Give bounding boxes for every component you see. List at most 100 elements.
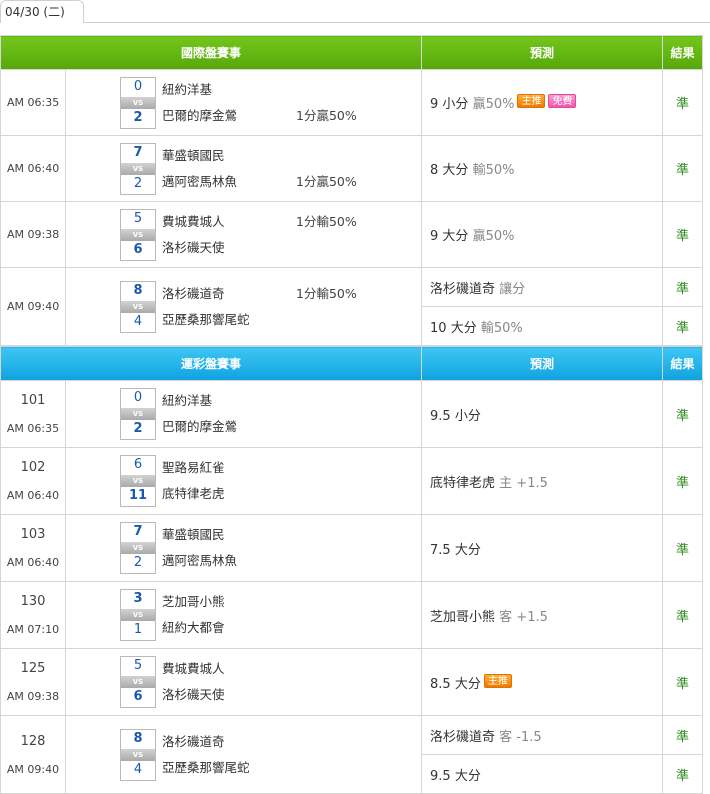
away-score: 8 [133,730,143,746]
prediction-cell: 9.5 大分 [421,754,664,794]
tab-divider [84,22,710,23]
game-time-cell: AM 06:40 [0,135,66,202]
game-row: 102 AM 06:40 6 VS 11 聖路易紅雀 底特律老虎 底特律老虎 主 +1.5 準 [0,447,704,515]
lottery-event-header: 運彩盤賽事 [0,346,423,381]
game-time: AM 07:10 [6,623,60,636]
home-team[interactable]: 邁阿密馬林魚 [162,169,292,195]
away-team[interactable]: 洛杉磯道奇 [162,729,292,755]
home-team[interactable]: 邁阿密馬林魚 [162,548,292,574]
home-team[interactable]: 巴爾的摩金鶯 [162,414,292,440]
home-team[interactable]: 巴爾的摩金鶯 [162,103,292,129]
game-row: AM 06:35 0 VS 2 紐約洋基 巴爾的摩金鶯 1分贏50% 9 小分 贏50% 主推免… [0,69,704,136]
game-time-cell: AM 06:35 [0,69,66,136]
match-cell: 8 VS 4 洛杉磯道奇 亞歷桑那響尾蛇 [66,716,421,793]
match-cell-td: 3 VS 1 芝加哥小熊 紐約大都會 [64,581,423,649]
prediction-main: 8.5 大分 [430,676,481,692]
result-cell: 準 [662,267,704,307]
lottery-result-header: 結果 [662,346,704,381]
teams: 華盛頓國民 邁阿密馬林魚 [162,143,292,195]
vs-badge: VS [121,475,155,487]
match-cell: 7 VS 2 華盛頓國民 邁阿密馬林魚 [66,515,421,581]
prediction-main: 9 小分 [430,97,469,112]
score-box: 0 VS 2 [120,388,156,440]
game-time-cell: 103 AM 06:40 [0,514,66,582]
home-score: 2 [133,175,143,191]
game-time: AM 06:35 [6,422,60,435]
game-time: AM 09:38 [6,690,60,703]
vs-badge: VS [121,162,155,175]
game-time-cell: 125 AM 09:38 [0,648,66,716]
game-number: 102 [20,460,46,475]
intl-event-header: 國際盤賽事 [0,35,423,70]
home-team[interactable]: 紐約大都會 [162,615,292,641]
prediction-main: 洛杉磯道奇 [430,281,496,297]
home-team[interactable]: 底特律老虎 [162,481,292,507]
game-time: AM 09:40 [6,762,60,776]
game-row: 128 AM 09:40 8 VS 4 洛杉磯道奇 亞歷桑那響尾蛇 洛杉磯道奇 客 -1.5 準 [0,715,704,794]
prediction-cell: 9.5 小分 [421,380,664,448]
game-row: AM 09:40 8 VS 4 洛杉磯道奇 亞歷桑那響尾蛇 1分輸50% 洛杉磯道奇 讓分準 [0,267,704,346]
handicap-result: 1分贏50% [296,173,357,189]
away-team[interactable]: 費城費城人 [162,209,292,235]
teams: 洛杉磯道奇 亞歷桑那響尾蛇 [162,729,292,781]
away-team[interactable]: 紐約洋基 [162,388,292,414]
match-cell-td: 7 VS 2 華盛頓國民 邁阿密馬林魚 1分贏50% [64,135,423,202]
away-score: 7 [133,144,143,160]
home-team[interactable]: 亞歷桑那響尾蛇 [162,755,292,781]
match-cell: 5 VS 6 費城費城人 洛杉磯天使 1分輸50% [66,202,421,267]
home-score: 2 [133,109,143,125]
teams: 華盛頓國民 邁阿密馬林魚 [162,522,292,574]
home-team[interactable]: 洛杉磯天使 [162,235,292,261]
prediction-detail: 贏50% [472,97,515,112]
away-team[interactable]: 華盛頓國民 [162,522,292,548]
home-score: 2 [133,421,143,436]
away-team[interactable]: 華盛頓國民 [162,143,292,169]
home-team[interactable]: 亞歷桑那響尾蛇 [162,307,292,333]
match-cell-td: 6 VS 11 聖路易紅雀 底特律老虎 [64,447,423,515]
away-team[interactable]: 洛杉磯道奇 [162,281,292,307]
game-row: 130 AM 07:10 3 VS 1 芝加哥小熊 紐約大都會 芝加哥小熊 客 +1.5 準 [0,581,704,649]
game-number: 130 [20,594,46,609]
score-box: 8 VS 4 [120,728,156,781]
home-score: 6 [133,241,143,257]
away-score: 8 [133,282,143,298]
prediction-detail: 輸50% [480,320,523,336]
match-cell-td: 8 VS 4 洛杉磯道奇 亞歷桑那響尾蛇 [64,715,423,794]
match-cell-td: 0 VS 2 紐約洋基 巴爾的摩金鶯 1分贏50% [64,69,423,136]
home-score: 2 [133,555,143,570]
score-box: 6 VS 11 [120,455,156,507]
teams: 芝加哥小熊 紐約大都會 [162,589,292,641]
away-team[interactable]: 費城費城人 [162,656,292,682]
prediction-main: 7.5 大分 [430,542,481,558]
home-score: 4 [133,761,143,777]
vs-badge: VS [121,96,155,109]
prediction-main: 芝加哥小熊 [430,609,496,625]
away-team[interactable]: 紐約洋基 [162,77,292,103]
vs-badge: VS [121,408,155,420]
match-cell: 0 VS 2 紐約洋基 巴爾的摩金鶯 1分贏50% [66,70,421,135]
prediction-detail: 客 -1.5 [499,729,542,745]
prediction-cell: 8 大分 輸50% [421,135,664,202]
tab-bar: 04/30 (二) [0,0,710,25]
match-cell-td: 5 VS 6 費城費城人 洛杉磯天使 1分輸50% [64,201,423,268]
prediction-cell: 8.5 大分 主推 [421,648,664,716]
home-team[interactable]: 洛杉磯天使 [162,682,292,708]
teams: 聖路易紅雀 底特律老虎 [162,455,292,507]
away-team[interactable]: 聖路易紅雀 [162,455,292,481]
intl-header-row: 國際盤賽事 預測 結果 [0,35,704,70]
result-cell: 準 [662,514,704,582]
tab-date[interactable]: 04/30 (二) [0,0,84,23]
handicap-result: 1分贏50% [296,107,357,123]
away-team[interactable]: 芝加哥小熊 [162,589,292,615]
lottery-prediction-header: 預測 [421,346,664,381]
match-cell-td: 8 VS 4 洛杉磯道奇 亞歷桑那響尾蛇 1分輸50% [64,267,423,346]
game-number: 125 [20,661,46,676]
score-box: 8 VS 4 [120,280,156,333]
game-time: AM 06:40 [7,162,60,175]
game-time-cell: 101 AM 06:35 [0,380,66,448]
lottery-table: 運彩盤賽事 預測 結果 101 AM 06:35 0 VS 2 紐約洋基 巴爾的摩金鶯 9.5… [0,346,704,794]
prediction-detail: 主 +1.5 [499,475,548,491]
prediction-main: 9.5 小分 [430,408,481,424]
main-pick-badge: 主推 [483,673,512,688]
handicap-result: 1分輸50% [296,213,357,229]
